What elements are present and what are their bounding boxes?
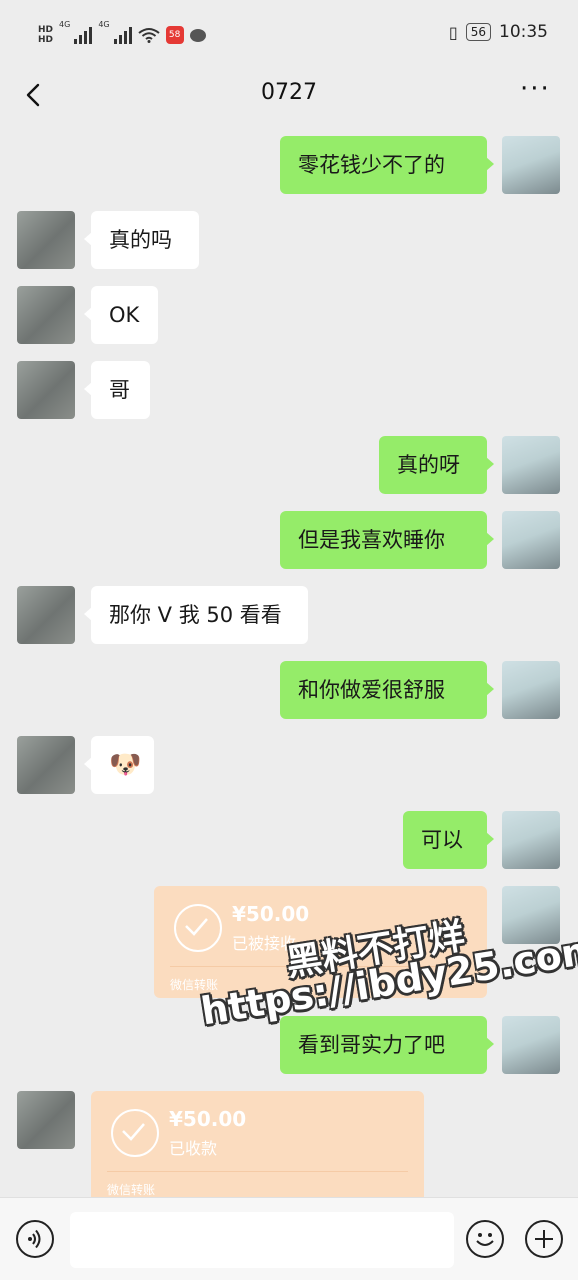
transfer-footer: 微信转账 [107, 1183, 156, 1197]
wifi-icon [137, 28, 160, 43]
hd-bottom-label: HD [38, 35, 54, 45]
check-circle-icon [111, 1109, 159, 1157]
divider [107, 1171, 408, 1172]
message-bubble-received[interactable]: OK [84, 286, 158, 344]
network-type-2: 4G [98, 20, 110, 29]
more-dots-icon[interactable]: ··· [520, 76, 554, 106]
vibrate-icon: ▯ [448, 22, 458, 42]
contact-avatar[interactable] [17, 586, 75, 644]
my-avatar[interactable] [502, 511, 560, 569]
message-bubble-received[interactable]: 哥 [84, 361, 150, 419]
transfer-card-received[interactable]: ¥50.00 已收款 微信转账 [91, 1091, 424, 1203]
my-avatar[interactable] [502, 136, 560, 194]
contact-avatar[interactable] [17, 286, 75, 344]
message-input[interactable] [70, 1212, 454, 1268]
message-bubble-sent[interactable]: 和你做爱很舒服 [280, 661, 494, 719]
contact-avatar[interactable] [17, 361, 75, 419]
battery-icon: 56 [465, 23, 491, 41]
voice-icon[interactable] [16, 1220, 54, 1258]
message-bubble-received[interactable]: 那你 V 我 50 看看 [84, 586, 308, 644]
message-bubble-received[interactable]: 真的吗 [84, 211, 199, 269]
my-avatar[interactable] [502, 436, 560, 494]
signal-icon [74, 26, 93, 44]
network-type-1: 4G [59, 20, 71, 29]
message-bubble-sent[interactable]: 可以 [403, 811, 494, 869]
doge-emoji-icon[interactable]: 🐶 [84, 736, 154, 794]
hd-top-label: HD [38, 25, 54, 35]
message-bubble-sent[interactable]: 真的呀 [379, 436, 494, 494]
plus-icon[interactable] [525, 1220, 563, 1258]
transfer-amount: ¥50.00 [232, 902, 310, 926]
message-bubble-sent[interactable]: 零花钱少不了的 [280, 136, 494, 194]
message-notification-icon [189, 28, 206, 42]
status-bar: HD HD 4G 4G 58 ▯ 56 10:35 [0, 0, 578, 68]
contact-avatar[interactable] [17, 211, 75, 269]
transfer-amount: ¥50.00 [169, 1107, 247, 1131]
status-icons-left: HD HD 4G 4G 58 [38, 20, 206, 50]
contact-avatar[interactable] [17, 736, 75, 794]
message-bubble-sent[interactable]: 但是我喜欢睡你 [280, 511, 494, 569]
my-avatar[interactable] [502, 811, 560, 869]
status-icons-right: ▯ 56 10:35 [449, 22, 548, 42]
signal-icon [113, 26, 132, 44]
transfer-status: 已收款 [169, 1139, 218, 1158]
chat-header: 0727 ··· [0, 68, 578, 124]
contact-avatar[interactable] [17, 1091, 75, 1149]
hd-indicator: HD HD [38, 25, 53, 45]
my-avatar[interactable] [502, 1016, 560, 1074]
notification-badge-icon: 58 [165, 26, 184, 44]
my-avatar[interactable] [502, 661, 560, 719]
clock: 10:35 [499, 22, 548, 42]
chat-title: 0727 [261, 80, 317, 105]
message-bubble-sent[interactable]: 看到哥实力了吧 [280, 1016, 494, 1074]
input-bar [0, 1197, 578, 1280]
emoji-icon[interactable] [466, 1220, 504, 1258]
check-circle-icon [174, 904, 222, 952]
